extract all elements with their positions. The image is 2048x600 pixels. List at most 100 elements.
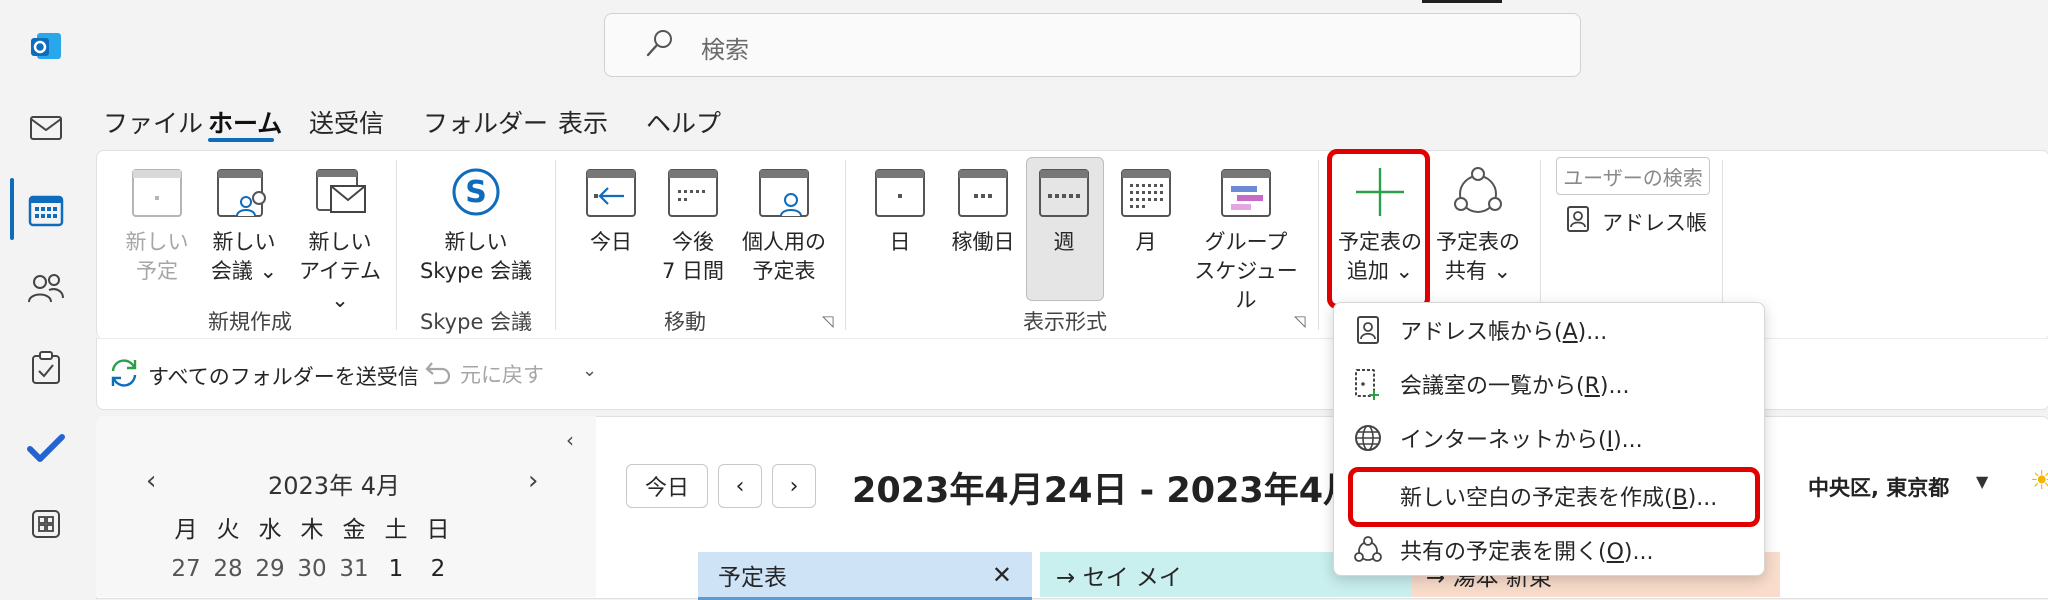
today-button[interactable]: 今日 (575, 164, 647, 257)
tab-help[interactable]: ヘルプ (646, 104, 721, 140)
new-meeting-icon (196, 164, 292, 228)
menu-item-label: 共有の予定表を開く(O)... (1400, 540, 1654, 565)
mini-cal-day[interactable]: 1 (375, 556, 417, 582)
next-7-days-icon (655, 164, 731, 228)
menu-item-open-shared-calendar[interactable]: 共有の予定表を開く(O)... (1346, 526, 1750, 574)
week-view-button[interactable]: 週 (1030, 164, 1098, 257)
mini-cal-weekday-row: 月 火 水 木 金 土 日 (165, 510, 459, 544)
menu-item-label: 会議室の一覧から(R)... (1400, 374, 1630, 399)
tab-home[interactable]: ホーム (208, 104, 282, 140)
mini-cal-day[interactable]: 30 (291, 556, 333, 582)
new-meeting-button[interactable]: 新しい 会議 ⌄ (196, 164, 292, 286)
next-7-days-label-1: 今後 (672, 230, 714, 254)
ribbon-separator (396, 160, 397, 330)
month-view-label: 月 (1135, 230, 1157, 254)
close-icon[interactable]: ✕ (992, 561, 1012, 589)
calendar-tab-label: 予定表 (718, 564, 787, 591)
new-meeting-label-1: 新しい (212, 230, 276, 254)
new-meeting-label-2: 会議 ⌄ (210, 259, 278, 283)
personal-calendar-button[interactable]: 個人用の 予定表 (733, 164, 835, 286)
people-icon[interactable] (22, 264, 70, 312)
room-list-icon (1350, 366, 1386, 402)
undo-button[interactable]: 元に戻す (424, 357, 544, 390)
apps-icon[interactable] (22, 500, 70, 548)
next-7-days-button[interactable]: 今後 7 日間 (655, 164, 731, 286)
qat-customize-chevron-icon[interactable]: ⌄ (582, 360, 597, 381)
tab-file[interactable]: ファイル (103, 104, 203, 140)
weather-sun-icon: ☀ (2030, 466, 2048, 496)
address-book-button[interactable]: アドレス帳 (1566, 205, 1707, 238)
window-indicator (1422, 0, 1502, 3)
send-receive-all-label: すべてのフォルダーを送受信 (148, 364, 419, 389)
menu-item-from-room-list[interactable]: 会議室の一覧から(R)... (1346, 360, 1750, 408)
address-book-label: アドレス帳 (1602, 210, 1707, 235)
view-dialog-launcher-icon[interactable]: ◹ (1294, 312, 1306, 330)
todo-icon[interactable] (22, 424, 70, 472)
menu-item-from-address-book[interactable]: アドレス帳から(A)... (1346, 306, 1750, 354)
mail-icon[interactable] (22, 104, 70, 152)
mini-cal-prev-icon[interactable]: ‹ (146, 466, 156, 496)
day-view-button[interactable]: 日 (865, 164, 935, 257)
group-schedule-label-2: スケジュール (1194, 259, 1298, 312)
send-receive-all-button[interactable]: すべてのフォルダーを送受信 (108, 357, 419, 394)
share-calendar-button[interactable]: 予定表の 共有 ⌄ (1432, 164, 1524, 286)
search-box[interactable]: 検索 (604, 13, 1581, 77)
ribbon-separator (1318, 160, 1319, 330)
personal-calendar-icon (733, 164, 835, 228)
tab-folder[interactable]: フォルダー (423, 104, 548, 140)
weekday-fri: 金 (342, 517, 366, 543)
mini-cal-day[interactable]: 2 (417, 556, 459, 582)
mini-cal-day[interactable]: 29 (249, 556, 291, 582)
tab-view[interactable]: 表示 (558, 104, 608, 140)
group-label-goto: 移動 (664, 310, 706, 334)
day-view-icon (865, 164, 935, 228)
ribbon-separator (555, 160, 556, 330)
collapse-pane-chevron-icon[interactable]: ‹ (566, 428, 574, 452)
new-item-icon (290, 164, 390, 228)
work-week-view-label: 稼働日 (951, 230, 1015, 254)
create-blank-calendar-highlight (1348, 467, 1760, 527)
week-view-label: 週 (1053, 230, 1075, 254)
weather-location[interactable]: 中央区, 東京都 (1808, 472, 1949, 502)
new-skype-label-1: 新しい (444, 230, 508, 254)
address-book-icon (1350, 312, 1386, 348)
new-skype-meeting-button[interactable]: S 新しい Skype 会議 (400, 164, 552, 286)
tasks-icon[interactable] (22, 344, 70, 392)
shared-calendar-icon (1350, 532, 1386, 568)
mini-cal-next-icon[interactable]: › (528, 466, 538, 496)
sync-icon (108, 357, 140, 394)
mini-cal-day[interactable]: 28 (207, 556, 249, 582)
weekday-sun: 日 (426, 517, 450, 543)
work-week-view-button[interactable]: 稼働日 (943, 164, 1023, 257)
globe-icon (1350, 420, 1386, 456)
mini-cal-month: 2023年 4月 (268, 472, 400, 500)
next-week-button[interactable]: › (772, 464, 816, 508)
menu-item-label: インターネットから(I)... (1400, 428, 1643, 453)
group-schedule-label-1: グループ (1204, 230, 1288, 254)
group-schedule-button[interactable]: グループ スケジュール (1188, 164, 1304, 315)
personal-calendar-label-2: 予定表 (752, 259, 816, 283)
personal-calendar-label-1: 個人用の (742, 230, 826, 254)
new-item-button[interactable]: 新しい アイテム ⌄ (290, 164, 390, 315)
search-icon (645, 28, 675, 62)
today-nav-button[interactable]: 今日 (626, 464, 708, 508)
group-label-skype: Skype 会議 (419, 310, 533, 334)
new-skype-label-2: Skype 会議 (419, 259, 533, 283)
location-dropdown-icon[interactable]: ▼ (1976, 472, 1988, 491)
mini-cal-day[interactable]: 31 (333, 556, 375, 582)
goto-dialog-launcher-icon[interactable]: ◹ (822, 312, 834, 330)
weekday-sat: 土 (384, 517, 408, 543)
menu-item-from-internet[interactable]: インターネットから(I)... (1346, 414, 1750, 462)
svg-text:S: S (465, 175, 487, 210)
search-people-field[interactable]: ユーザーの検索 (1556, 157, 1710, 195)
tab-send-receive[interactable]: 送受信 (309, 104, 384, 140)
new-appointment-button[interactable]: 新しい 予定 (122, 164, 192, 286)
skype-icon: S (400, 164, 552, 228)
mini-cal-day[interactable]: 27 (165, 556, 207, 582)
calendar-icon[interactable] (22, 186, 70, 234)
undo-icon (424, 357, 452, 390)
prev-week-button[interactable]: ‹ (718, 464, 762, 508)
month-view-button[interactable]: 月 (1112, 164, 1180, 257)
calendar-tab-primary[interactable]: 予定表 ✕ (698, 552, 1032, 600)
new-appointment-label-1: 新しい (125, 230, 189, 254)
